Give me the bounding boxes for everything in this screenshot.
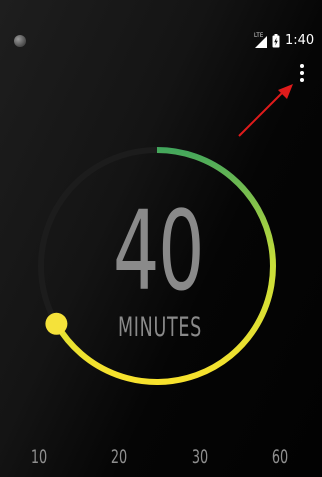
preset-10[interactable]: 10 — [24, 446, 54, 468]
preset-20[interactable]: 20 — [104, 446, 134, 468]
preset-30[interactable]: 30 — [185, 446, 215, 468]
dial-knob[interactable] — [45, 312, 68, 335]
preset-60[interactable]: 60 — [265, 446, 295, 468]
preset-bar: 10 20 30 60 — [0, 446, 322, 472]
timer-value: 40 — [112, 187, 205, 315]
timer-unit-label: MINUTES — [117, 312, 203, 343]
